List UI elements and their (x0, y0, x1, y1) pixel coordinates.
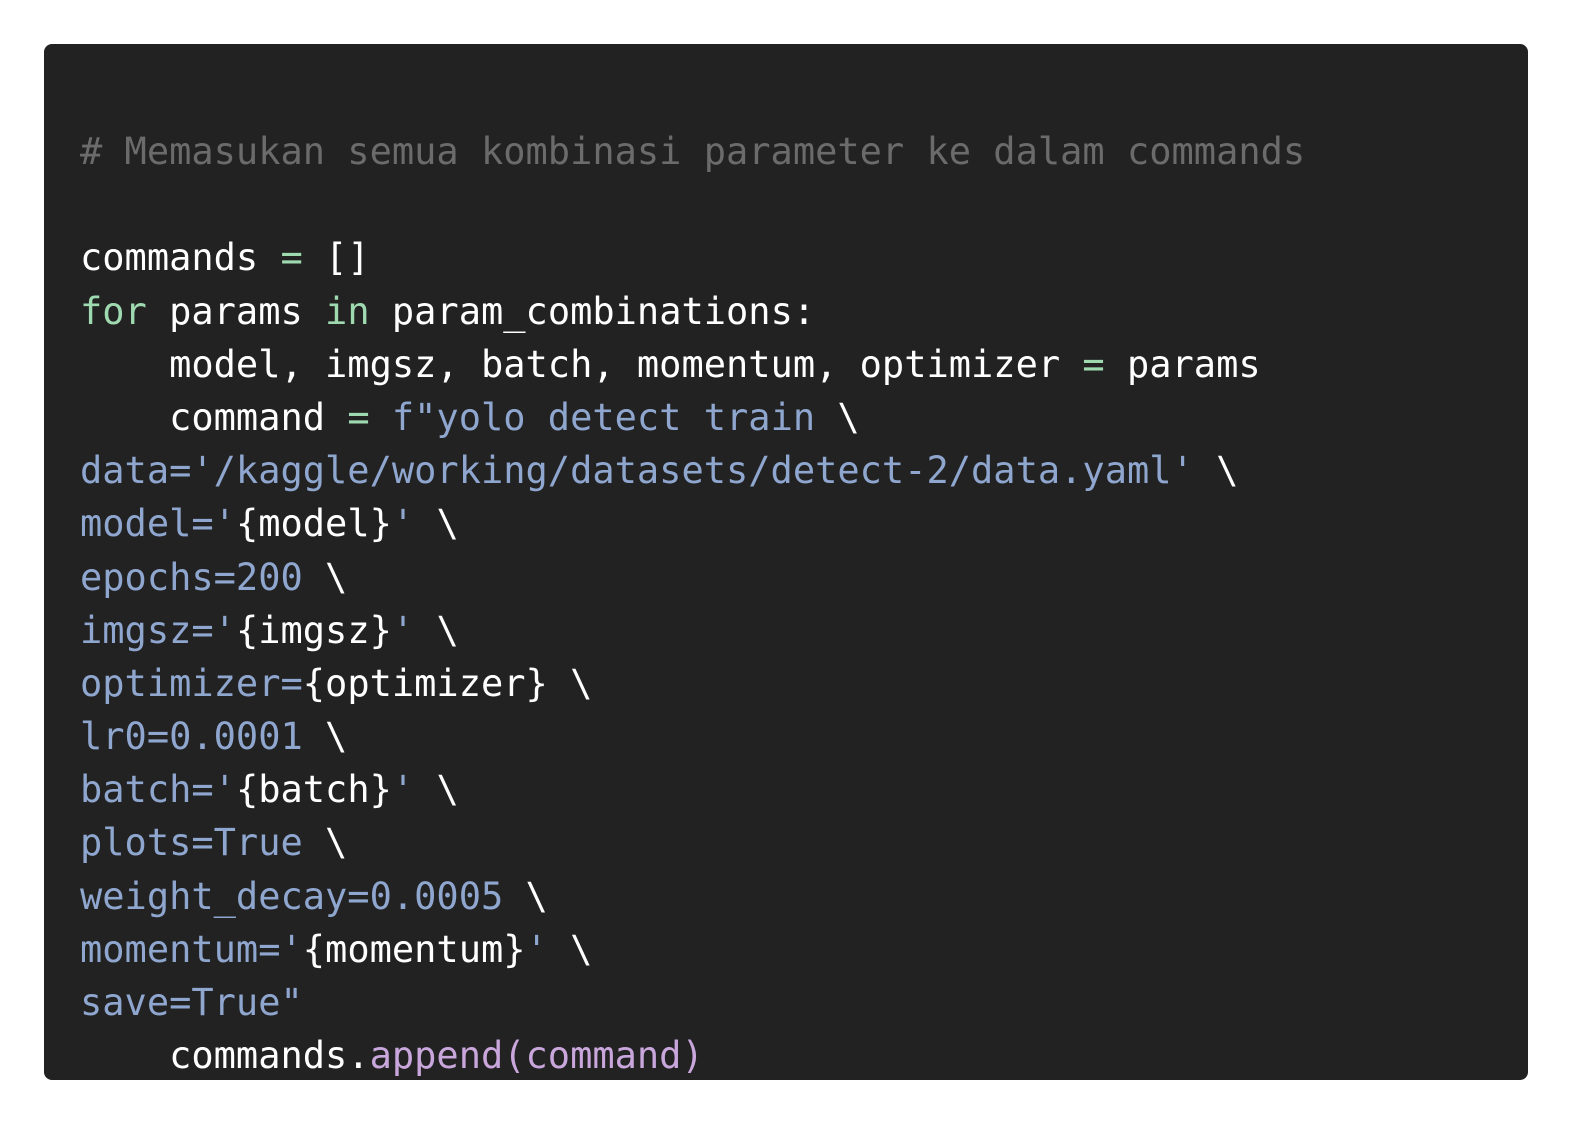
code-token-comment: # Memasukan semua kombinasi parameter ke… (80, 130, 1306, 173)
code-token-plain: commands (80, 236, 281, 280)
code-token-kw: for (80, 289, 147, 333)
code-token-str: batch=' (80, 768, 236, 812)
code-token-str: epochs=200 (80, 555, 326, 599)
code-line: epochs=200 \ (80, 551, 1305, 604)
code-token-str: model=' (80, 502, 236, 546)
code-content: # Memasukan semua kombinasi parameter ke… (80, 125, 1305, 1082)
code-token-plain: {momentum} (302, 927, 526, 971)
code-token-str: weight_decay=0.0005 (80, 874, 526, 918)
code-token-plain: params (146, 289, 326, 333)
code-line: lr0=0.0001 \ (80, 710, 1305, 763)
code-token-str: f"yolo detect train (391, 395, 838, 439)
code-token-plain: {optimizer} \ (302, 661, 593, 705)
code-token-plain: {batch} (235, 768, 392, 812)
code-token-str: save=True" (80, 981, 303, 1024)
code-token-call: append(command) (369, 1034, 704, 1078)
code-token-plain: \ (325, 821, 348, 865)
code-line: imgsz='{imgsz}' \ (80, 604, 1305, 657)
code-token-plain: \ (436, 502, 459, 546)
code-token-op: = (280, 236, 303, 280)
code-line: save=True" (80, 976, 1305, 1029)
code-token-str: data='/kaggle/working/datasets/detect-2/… (80, 449, 1217, 493)
code-token-str: ' (391, 768, 437, 812)
code-line: commands = [] (80, 231, 1305, 284)
code-token-str: imgsz=' (80, 608, 236, 652)
code-token-plain: commands. (80, 1034, 370, 1078)
code-token-str: optimizer= (80, 661, 303, 705)
code-line: weight_decay=0.0005 \ (80, 870, 1305, 923)
code-token-str: plots=True (80, 821, 326, 865)
code-line: commands.append(command) (80, 1029, 1305, 1082)
code-line: optimizer={optimizer} \ (80, 657, 1305, 710)
code-token-str: ' (525, 927, 571, 971)
code-line: model, imgsz, batch, momentum, optimizer… (80, 338, 1305, 391)
code-token-plain: params (1104, 342, 1261, 386)
code-token-plain: \ (436, 608, 459, 652)
code-line: command = f"yolo detect train \ (80, 391, 1305, 444)
code-token-plain: \ (837, 395, 860, 439)
code-line: plots=True \ (80, 816, 1305, 869)
code-token-kw: in (325, 289, 370, 333)
code-token-plain: {model} (235, 502, 392, 546)
code-line: model='{model}' \ (80, 497, 1305, 550)
code-block: # Memasukan semua kombinasi parameter ke… (44, 44, 1528, 1080)
code-token-str: ' (391, 608, 437, 652)
code-token-plain: param_combinations: (369, 289, 816, 333)
code-token-plain: model, imgsz, batch, momentum, optimizer (80, 342, 1083, 386)
code-token-str: ' (391, 502, 437, 546)
code-token-plain: \ (436, 768, 459, 812)
code-token-plain: {imgsz} (235, 608, 392, 652)
code-line: momentum='{momentum}' \ (80, 923, 1305, 976)
code-token-op: = (347, 395, 370, 439)
code-token-plain: [] (302, 236, 370, 280)
code-line: # Memasukan semua kombinasi parameter ke… (80, 125, 1305, 178)
code-token-plain: \ (525, 874, 548, 918)
code-line: batch='{batch}' \ (80, 763, 1305, 816)
code-token-plain: \ (325, 715, 348, 759)
code-token-plain: \ (325, 555, 348, 599)
code-token-plain: \ (570, 927, 593, 971)
code-token-plain: command (80, 395, 348, 439)
code-token-plain: \ (1216, 449, 1239, 493)
code-line: data='/kaggle/working/datasets/detect-2/… (80, 444, 1305, 497)
code-token-op: = (1082, 342, 1105, 386)
code-line: for params in param_combinations: (80, 285, 1305, 338)
code-token-str: lr0=0.0001 (80, 715, 326, 759)
code-token-str: momentum=' (80, 927, 303, 971)
